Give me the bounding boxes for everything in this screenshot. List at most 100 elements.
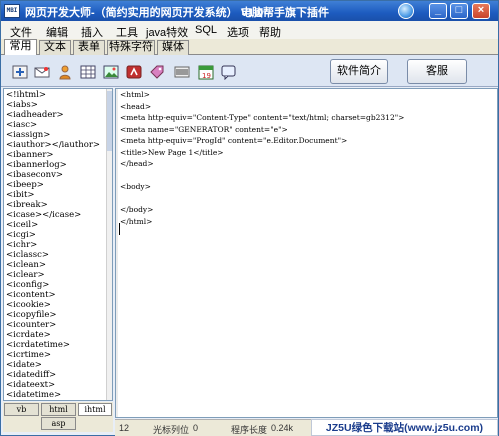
image-icon[interactable]: [103, 64, 119, 80]
calendar-icon[interactable]: 19: [198, 64, 214, 80]
tag-list-item[interactable]: <iconfig>: [6, 280, 110, 290]
tag-list-item[interactable]: <idatetime>: [6, 390, 110, 400]
hr-line-icon[interactable]: [174, 64, 190, 80]
tag-list-item[interactable]: <!ihtml>: [6, 90, 110, 100]
code-line[interactable]: </head>: [120, 158, 404, 170]
menu-insert[interactable]: 插入: [81, 24, 103, 40]
code-line[interactable]: [120, 193, 404, 205]
customer-service-button[interactable]: 客服: [407, 59, 467, 84]
code-line[interactable]: <meta http-equiv="Content-Type" content=…: [120, 112, 404, 124]
tag-list-item[interactable]: <iauthor></iauthor>: [6, 140, 110, 150]
tab-ihtml[interactable]: ihtml: [78, 403, 112, 416]
code-line[interactable]: </body>: [120, 204, 404, 216]
tag-list-item[interactable]: <icrdatetime>: [6, 340, 110, 350]
tag-list-item[interactable]: <icontent>: [6, 290, 110, 300]
tab-common[interactable]: 常用: [4, 39, 37, 56]
tag-list-item[interactable]: <idate>: [6, 360, 110, 370]
tag-list-item[interactable]: <icounter>: [6, 320, 110, 330]
tag-list-item[interactable]: <icrtime>: [6, 350, 110, 360]
tag-list-item[interactable]: <idbcolumn>: [6, 400, 110, 401]
email-icon[interactable]: [34, 64, 50, 80]
anchor-link-icon[interactable]: [12, 64, 28, 80]
code-line[interactable]: </html>: [120, 216, 404, 228]
tag-list-item[interactable]: <icopyfile>: [6, 310, 110, 320]
tag-list-item[interactable]: <iassign>: [6, 130, 110, 140]
comment-icon[interactable]: [221, 64, 237, 80]
tab-form[interactable]: 表单: [73, 40, 105, 55]
tag-list-item[interactable]: <iasc>: [6, 120, 110, 130]
tag-list-item[interactable]: <idateext>: [6, 380, 110, 390]
tag-list-item[interactable]: <icrdate>: [6, 330, 110, 340]
svg-text:19: 19: [202, 72, 211, 80]
text-caret: [119, 223, 120, 235]
status-column-label: 光标列位: [153, 425, 190, 435]
status-length-value: 0.24k: [271, 423, 294, 433]
window-subtitle: 电脑帮手旗下插件: [241, 7, 329, 19]
menu-options[interactable]: 选项: [227, 24, 249, 40]
tag-list-item[interactable]: <ibannerlog>: [6, 160, 110, 170]
menu-help[interactable]: 帮助: [259, 24, 281, 40]
code-line[interactable]: <html>: [120, 89, 404, 101]
tag-list-item[interactable]: <icookie>: [6, 300, 110, 310]
tag-list-item[interactable]: <icase></icase>: [6, 210, 110, 220]
tag-list: <!ihtml> <iabs> <iadheader> <iasc> <iassign>…: [4, 89, 112, 401]
status-line-number: 12: [119, 423, 130, 433]
code-text[interactable]: <html> <head> <meta http-equiv="Content-Ty…: [120, 89, 404, 227]
tag-list-panel: <!ihtml> <iabs> <iadheader> <iasc> <iassign>…: [3, 88, 113, 401]
code-line[interactable]: <title>New Page 1</title>: [120, 147, 404, 159]
tag-list-item[interactable]: <iadheader>: [6, 110, 110, 120]
app-window: MBI 网页开发大师-（简约实用的网页开发系统） V1.0 电脑帮手旗下插件 _…: [0, 0, 499, 436]
code-line[interactable]: <meta name="GENERATOR" content="e">: [120, 124, 404, 136]
tab-asp[interactable]: asp: [41, 417, 76, 430]
tag-list-item[interactable]: <ibit>: [6, 190, 110, 200]
code-line[interactable]: [120, 170, 404, 182]
menu-edit[interactable]: 编辑: [46, 24, 68, 40]
table-icon[interactable]: [80, 64, 96, 80]
tag-list-item[interactable]: <ibanner>: [6, 150, 110, 160]
tag-list-item[interactable]: <idatediff>: [6, 370, 110, 380]
menu-bar: 文件 编辑 插入 工具 java特效 SQL 选项 帮助: [1, 21, 498, 39]
toolbar: 19 软件简介 客服: [1, 55, 498, 87]
close-button[interactable]: ×: [472, 3, 490, 19]
tab-text[interactable]: 文本: [39, 40, 71, 55]
tag-icon[interactable]: [149, 64, 165, 80]
menu-file[interactable]: 文件: [10, 24, 32, 40]
tag-list-item[interactable]: <iceil>: [6, 220, 110, 230]
maximize-button[interactable]: □: [450, 3, 468, 19]
person-icon[interactable]: [57, 64, 73, 80]
app-logo-icon: MBI: [4, 4, 20, 18]
status-column-value: 0: [193, 423, 199, 433]
window-title: 网页开发大师-（简约实用的网页开发系统） V1.0: [25, 7, 264, 19]
title-bar: MBI 网页开发大师-（简约实用的网页开发系统） V1.0 电脑帮手旗下插件 _…: [1, 1, 498, 21]
code-line[interactable]: <head>: [120, 101, 404, 113]
flash-icon[interactable]: [126, 64, 142, 80]
tag-list-item[interactable]: <icgi>: [6, 230, 110, 240]
category-tabs: 常用 文本 表单 特殊字符 媒体: [1, 39, 498, 56]
tag-list-item[interactable]: <iabs>: [6, 100, 110, 110]
tag-list-item[interactable]: <ibaseconv>: [6, 170, 110, 180]
watermark-banner: JZ5U绿色下载站(www.jz5u.com): [311, 419, 498, 436]
tag-list-item[interactable]: <ibeep>: [6, 180, 110, 190]
tab-vb[interactable]: vb: [4, 403, 39, 416]
tag-list-item[interactable]: <iclear>: [6, 270, 110, 280]
menu-java-effects[interactable]: java特效: [146, 24, 188, 40]
globe-icon[interactable]: [398, 3, 414, 19]
tag-list-item[interactable]: <ichr>: [6, 240, 110, 250]
code-line[interactable]: <body>: [120, 181, 404, 193]
code-editor[interactable]: <html> <head> <meta http-equiv="Content-Ty…: [115, 88, 498, 418]
tag-list-item[interactable]: <iclean>: [6, 260, 110, 270]
minimize-button[interactable]: _: [429, 3, 447, 19]
tag-list-item[interactable]: <iclassc>: [6, 250, 110, 260]
status-length-label: 程序长度: [231, 425, 268, 435]
tab-html[interactable]: html: [41, 403, 76, 416]
menu-tools[interactable]: 工具: [116, 24, 138, 40]
software-intro-button[interactable]: 软件简介: [330, 59, 388, 84]
tab-special-chars[interactable]: 特殊字符: [107, 40, 155, 55]
scrollbar-thumb[interactable]: [107, 91, 112, 151]
tag-list-item[interactable]: <ibreak>: [6, 200, 110, 210]
code-line[interactable]: <meta http-equiv="ProgId" content="e.Edi…: [120, 135, 404, 147]
menu-sql[interactable]: SQL: [195, 24, 217, 36]
tag-list-scrollbar[interactable]: [106, 89, 112, 400]
language-tabs: vb html ihtml asp: [3, 402, 113, 432]
tab-media[interactable]: 媒体: [157, 40, 189, 55]
